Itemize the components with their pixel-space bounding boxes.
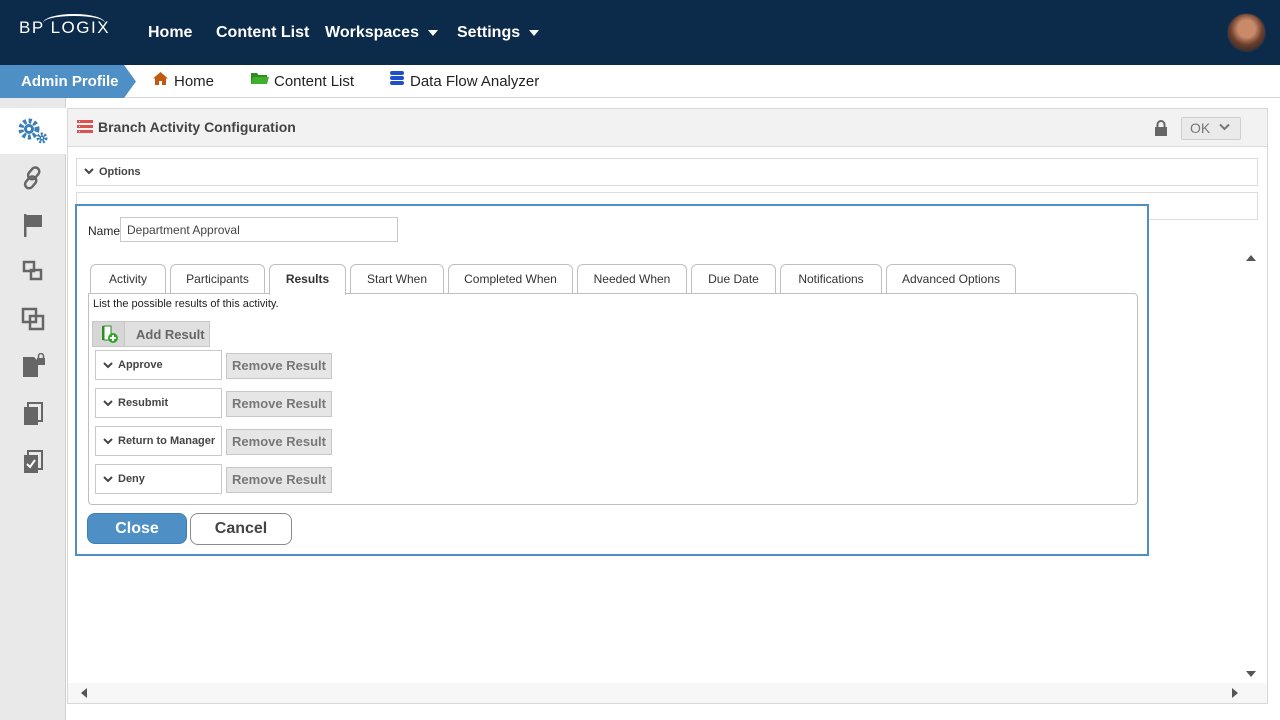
chevron-down-icon <box>103 438 113 445</box>
scroll-left-arrow[interactable] <box>81 688 87 698</box>
breadcrumb: Admin Profile Home Content List Data Flo… <box>0 65 1280 98</box>
nav-workspaces[interactable]: Workspaces <box>325 0 438 65</box>
remove-result-button[interactable]: Remove Result <box>226 391 332 417</box>
sidebar-item-flags[interactable] <box>0 202 66 248</box>
result-dialog: Name Activity Participants Results Start… <box>75 204 1149 556</box>
add-result-button[interactable]: Add Result <box>92 321 210 347</box>
chevron-down-icon <box>103 400 113 407</box>
tab-completed-when[interactable]: Completed When <box>448 264 573 294</box>
list-icon <box>77 120 93 133</box>
result-item[interactable]: Approve <box>95 350 222 380</box>
home-icon <box>152 65 169 98</box>
remove-result-button[interactable]: Remove Result <box>226 467 332 493</box>
folder-icon <box>250 65 269 98</box>
scroll-right-arrow[interactable] <box>1232 688 1238 698</box>
sidebar-item-approvals[interactable] <box>0 439 66 485</box>
chevron-down-icon <box>103 476 113 483</box>
link-icon <box>23 166 41 190</box>
tab-participants[interactable]: Participants <box>170 264 265 294</box>
tab-notifications[interactable]: Notifications <box>780 264 882 294</box>
tab-advanced-options[interactable]: Advanced Options <box>886 264 1016 294</box>
tab-results[interactable]: Results <box>269 264 346 295</box>
results-tab-panel: List the possible results of this activi… <box>88 293 1138 505</box>
chevron-down-icon <box>1219 123 1230 131</box>
locked-document-icon <box>23 353 45 377</box>
scroll-down-arrow[interactable] <box>1246 671 1256 677</box>
sidebar-item-overlap[interactable] <box>0 296 66 342</box>
result-item[interactable]: Deny <box>95 464 222 494</box>
nav-content-list[interactable]: Content List <box>216 0 309 65</box>
add-document-icon <box>102 325 118 343</box>
flag-icon <box>24 214 42 237</box>
checked-document-icon <box>24 450 43 473</box>
result-item[interactable]: Resubmit <box>95 388 222 418</box>
chevron-down-icon <box>529 29 540 36</box>
sidebar-item-locked-docs[interactable] <box>0 343 66 389</box>
name-field[interactable] <box>120 217 398 242</box>
user-avatar[interactable] <box>1227 13 1266 52</box>
structure-icon <box>22 260 43 281</box>
sidebar-item-links[interactable] <box>0 155 66 201</box>
breadcrumb-content-list[interactable]: Content List <box>250 65 354 98</box>
ok-dropdown-button[interactable]: OK <box>1181 117 1241 140</box>
tab-needed-when[interactable]: Needed When <box>577 264 687 294</box>
breadcrumb-home[interactable]: Home <box>152 65 214 98</box>
breadcrumb-data-flow-analyzer[interactable]: Data Flow Analyzer <box>389 65 539 98</box>
result-item[interactable]: Return to Manager <box>95 426 222 456</box>
top-navbar: BP LOGIX Home Content List Workspaces Se… <box>0 0 1280 65</box>
chevron-down-icon <box>103 362 113 369</box>
remove-result-button[interactable]: Remove Result <box>226 429 332 455</box>
overlap-squares-icon <box>21 307 45 331</box>
sidebar-item-settings[interactable] <box>0 108 66 154</box>
tab-due-date[interactable]: Due Date <box>691 264 776 294</box>
panel-header: Branch Activity Configuration OK <box>68 109 1267 147</box>
results-description: List the possible results of this activi… <box>93 298 279 310</box>
chevron-down-icon <box>427 29 438 36</box>
panel-title: Branch Activity Configuration <box>98 119 296 135</box>
close-button[interactable]: Close <box>87 513 187 544</box>
chevron-down-icon <box>84 168 94 175</box>
options-section-header[interactable]: Options <box>76 158 1258 186</box>
gears-icon <box>18 118 48 144</box>
lock-icon[interactable] <box>1154 120 1168 136</box>
database-icon <box>389 65 405 98</box>
breadcrumb-admin-profile[interactable]: Admin Profile <box>0 65 136 98</box>
sidebar-item-structure[interactable] <box>0 248 66 294</box>
tab-start-when[interactable]: Start When <box>350 264 444 294</box>
name-label: Name <box>88 224 121 238</box>
scroll-up-arrow[interactable] <box>1246 255 1256 261</box>
remove-result-button[interactable]: Remove Result <box>226 353 332 379</box>
left-sidebar <box>0 98 66 720</box>
bp-logix-logo[interactable]: BP LOGIX <box>19 14 110 38</box>
horizontal-scrollbar[interactable] <box>68 683 1267 703</box>
nav-home[interactable]: Home <box>148 0 192 65</box>
nav-settings[interactable]: Settings <box>457 0 540 65</box>
sidebar-item-copies[interactable] <box>0 391 66 437</box>
tab-activity[interactable]: Activity <box>90 264 166 294</box>
copy-document-icon <box>24 402 43 425</box>
cancel-button[interactable]: Cancel <box>190 513 292 545</box>
